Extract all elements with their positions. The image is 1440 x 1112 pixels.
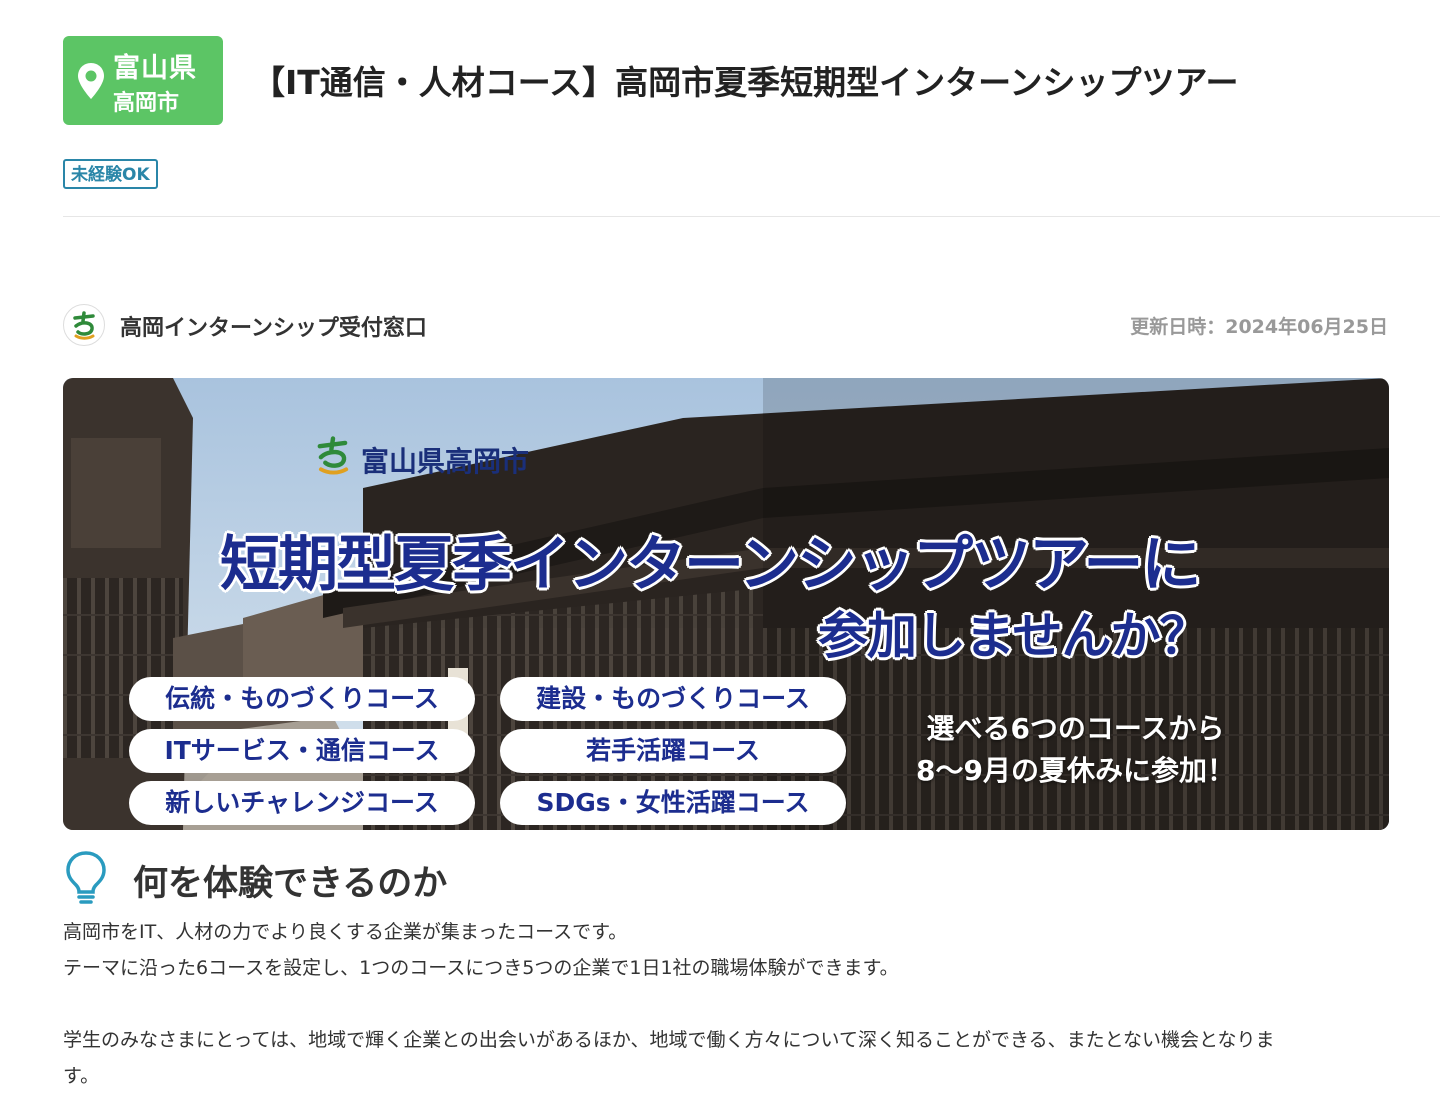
banner-headline: 短期型夏季インターンシップツアーに bbox=[220, 530, 1201, 600]
prefecture-label: 富山県 bbox=[113, 53, 197, 84]
course-pill: ITサービス・通信コース bbox=[129, 729, 475, 773]
banner-note-line: 選べる6つのコースから bbox=[926, 712, 1225, 745]
course-pill: 新しいチャレンジコース bbox=[129, 781, 475, 825]
organizer-name[interactable]: 高岡インターンシップ受付窓口 bbox=[120, 310, 427, 342]
updated-date: 更新日時：2024年06月25日 bbox=[1130, 316, 1388, 338]
banner-logo-text: 富山県高岡市 bbox=[361, 445, 530, 478]
region-badge: 富山県 高岡市 bbox=[63, 36, 223, 125]
course-pill: 伝統・ものづくりコース bbox=[129, 677, 475, 721]
city-label: 高岡市 bbox=[113, 91, 180, 116]
page-title: 【IT通信・人材コース】高岡市夏季短期型インターンシップツアー bbox=[252, 63, 1239, 102]
section-paragraph: 高岡市をIT、人材の力でより良くする企業が集まったコースです。 bbox=[63, 921, 628, 943]
header-divider bbox=[63, 216, 1440, 217]
banner-subheadline: 参加しませんか？ bbox=[818, 607, 1209, 665]
banner-note-line: 8〜9月の夏休みに参加！ bbox=[916, 754, 1235, 787]
takaoka-city-logo bbox=[311, 433, 355, 481]
organizer-logo bbox=[63, 304, 105, 346]
banner-note: 選べる6つのコースから 8〜9月の夏休みに参加！ bbox=[903, 708, 1248, 792]
course-pill: SDGs・女性活躍コース bbox=[500, 781, 846, 825]
experience-tag-badge: 未経験OK bbox=[63, 159, 158, 189]
lightbulb-icon bbox=[64, 850, 108, 910]
location-pin-icon bbox=[77, 62, 105, 104]
section-paragraph: す。 bbox=[63, 1065, 100, 1087]
section-paragraph: テーマに沿った6コースを設定し、1つのコースにつき5つの企業で1日1社の職場体験… bbox=[63, 957, 899, 979]
course-pill: 若手活躍コース bbox=[500, 729, 846, 773]
course-pill: 建設・ものづくりコース bbox=[500, 677, 846, 721]
section-title: 何を体験できるのか bbox=[133, 864, 448, 904]
hero-banner: 富山県高岡市 短期型夏季インターンシップツアーに 参加しませんか？ 伝統・ものづ… bbox=[63, 378, 1389, 830]
section-paragraph: 学生のみなさまにとっては、地域で輝く企業との出会いがあるほか、地域で働く方々につ… bbox=[63, 1029, 1275, 1051]
